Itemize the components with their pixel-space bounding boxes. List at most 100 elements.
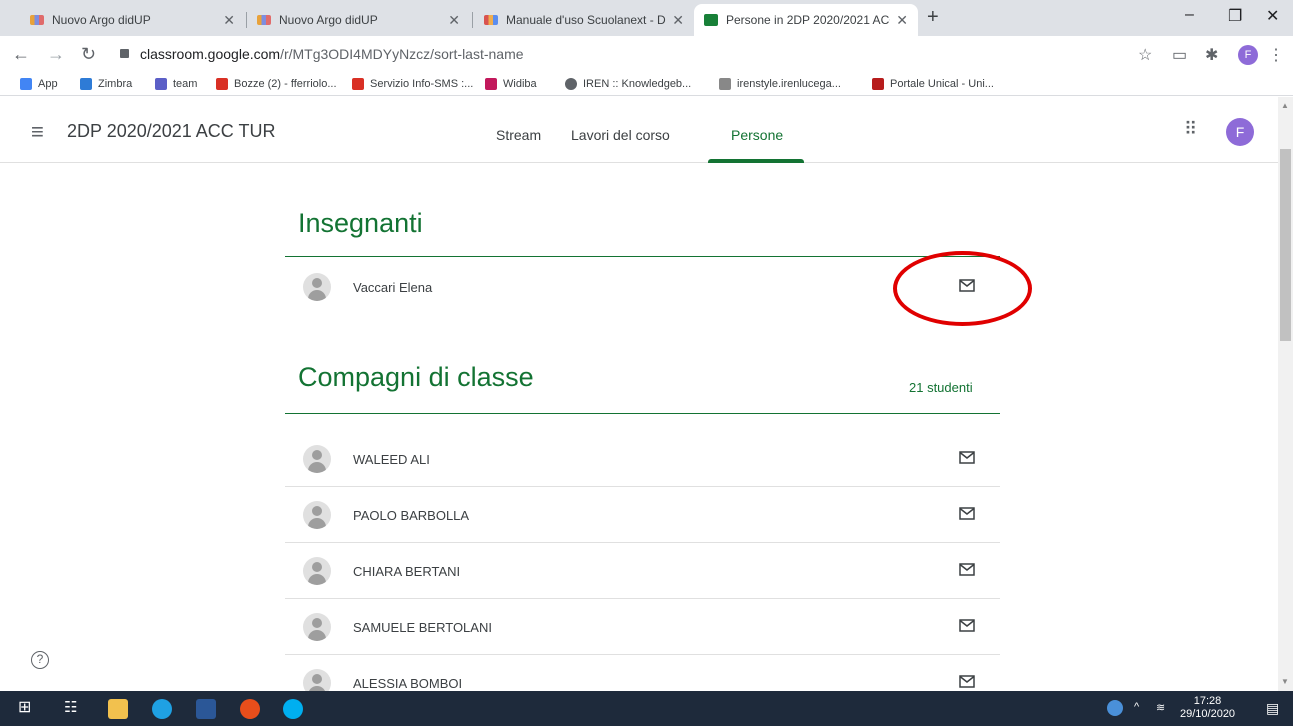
teachers-heading: Insegnanti — [298, 208, 423, 238]
clock-time: 17:28 — [1193, 695, 1222, 707]
student-row[interactable]: WALEED ALI — [285, 431, 1000, 487]
classroom-header: ≡ 2DP 2020/2021 ACC TUR Stream Lavori de… — [0, 97, 1278, 163]
bookmark-irenstyle[interactable]: irenstyle.irenlucega... — [719, 78, 841, 90]
user-avatar[interactable]: F — [1226, 118, 1254, 146]
file-explorer-icon[interactable] — [108, 699, 128, 719]
email-icon[interactable] — [959, 563, 975, 576]
page-scrollbar[interactable]: ▲ ▼ — [1278, 97, 1293, 691]
default-avatar-icon — [303, 445, 331, 473]
teams-icon — [155, 78, 167, 90]
tab-persone[interactable]: Persone — [731, 127, 783, 143]
back-icon[interactable]: ← — [12, 44, 30, 65]
bookmark-label: IREN :: Knowledgeb... — [583, 78, 692, 90]
email-icon[interactable] — [959, 619, 975, 632]
url-path: /r/MTg3ODI4MDYyNzcz/sort-last-name — [280, 46, 524, 62]
close-tab-icon[interactable]: ✕ — [223, 12, 235, 29]
tab-title: Persone in 2DP 2020/2021 ACC T — [726, 13, 891, 27]
widiba-icon — [485, 78, 497, 90]
student-name: PAOLO BARBOLLA — [353, 508, 470, 523]
chevron-up-icon[interactable]: ^ — [1134, 701, 1139, 713]
browser-tab-classroom[interactable]: Persone in 2DP 2020/2021 ACC T ✕ — [694, 4, 918, 36]
irenstyle-icon — [719, 78, 731, 90]
bookmark-team[interactable]: team — [155, 78, 197, 90]
new-tab-button[interactable]: + — [927, 6, 939, 29]
scrollbar-thumb[interactable] — [1280, 149, 1291, 341]
help-icon[interactable]: ? — [31, 651, 49, 669]
argo-icon — [30, 15, 44, 25]
student-row[interactable]: SAMUELE BERTOLANI — [285, 599, 1000, 655]
scroll-up-icon[interactable]: ▲ — [1281, 101, 1289, 110]
default-avatar-icon — [303, 501, 331, 529]
tab-lavori-del-corso[interactable]: Lavori del corso — [571, 127, 670, 143]
tab-stream[interactable]: Stream — [496, 127, 541, 143]
extensions-icon[interactable]: ✱ — [1205, 45, 1218, 65]
browser-tab-argo-1[interactable]: Nuovo Argo didUP ✕ — [20, 4, 245, 36]
browser-tab-argo-2[interactable]: Nuovo Argo didUP ✕ — [247, 4, 470, 36]
chrome-icon[interactable] — [240, 699, 260, 719]
wifi-icon[interactable]: ≋ — [1156, 701, 1165, 714]
active-tab-indicator — [708, 159, 804, 163]
bookmark-unical[interactable]: Portale Unical - Uni... — [872, 78, 994, 90]
bookmark-label: Portale Unical - Uni... — [890, 78, 994, 90]
close-tab-icon[interactable]: ✕ — [448, 12, 460, 29]
reload-icon[interactable]: ↻ — [81, 44, 96, 65]
bookmark-zimbra[interactable]: Zimbra — [80, 78, 132, 90]
profile-avatar[interactable]: F — [1238, 45, 1258, 65]
scroll-down-icon[interactable]: ▼ — [1281, 677, 1289, 686]
bookmark-gmail[interactable]: Bozze (2) - fferriolo... — [216, 78, 337, 90]
bookmark-app[interactable]: App — [20, 78, 58, 90]
close-tab-icon[interactable]: ✕ — [672, 12, 684, 29]
minimize-button[interactable]: – — [1185, 6, 1194, 24]
word-icon[interactable] — [196, 699, 216, 719]
tab-title: Nuovo Argo didUP — [279, 13, 378, 27]
student-row[interactable]: ALESSIA BOMBOI — [285, 655, 1000, 691]
close-tab-icon[interactable]: ✕ — [896, 12, 908, 29]
student-name: WALEED ALI — [353, 452, 430, 467]
bookmarks-bar: App Zimbra team Bozze (2) - fferriolo...… — [0, 74, 1293, 96]
default-avatar-icon — [303, 273, 331, 301]
skype-icon[interactable] — [283, 699, 303, 719]
classroom-icon — [704, 14, 718, 26]
students-divider — [285, 413, 1000, 414]
help-tray-icon[interactable] — [1107, 700, 1123, 716]
lock-icon — [120, 49, 129, 58]
bookmark-label: Widiba — [503, 78, 537, 90]
bookmark-label: Zimbra — [98, 78, 133, 90]
student-name: CHIARA BERTANI — [353, 564, 461, 579]
default-avatar-icon — [303, 613, 331, 641]
task-view-icon[interactable]: ☷ — [64, 698, 84, 718]
email-icon[interactable] — [959, 451, 975, 464]
student-row[interactable]: PAOLO BARBOLLA — [285, 487, 1000, 543]
tab-title: Manuale d'uso Scuolanext - Docu — [506, 13, 666, 27]
manual-icon — [484, 15, 498, 25]
clock-date: 29/10/2020 — [1180, 708, 1236, 720]
student-name: ALESSIA BOMBOI — [353, 676, 463, 691]
student-row[interactable]: CHIARA BERTANI — [285, 543, 1000, 599]
gmail-icon — [216, 78, 228, 90]
edge-icon[interactable] — [152, 699, 172, 719]
bookmark-info-sms[interactable]: Servizio Info-SMS :... — [352, 78, 473, 90]
menu-kebab-icon[interactable]: ⋮ — [1268, 45, 1284, 65]
notifications-icon[interactable]: ▤ — [1266, 700, 1279, 717]
google-apps-icon[interactable]: ⠿ — [1184, 119, 1197, 140]
windows-start-icon[interactable]: ⊞ — [18, 697, 38, 717]
tab-divider — [472, 12, 473, 28]
email-icon[interactable] — [959, 507, 975, 520]
cast-icon[interactable]: ▭ — [1172, 45, 1187, 65]
forward-icon[interactable]: → — [47, 44, 65, 65]
default-avatar-icon — [303, 669, 331, 691]
hamburger-menu-icon[interactable]: ≡ — [31, 119, 44, 145]
browser-tab-manual[interactable]: Manuale d'uso Scuolanext - Docu ✕ — [474, 4, 694, 36]
globe-icon — [565, 78, 577, 90]
url-field[interactable]: classroom.google.com/r/MTg3ODI4MDYyNzcz/… — [140, 46, 524, 62]
highlight-annotation-circle — [893, 251, 1032, 326]
close-window-button[interactable]: ✕ — [1266, 6, 1279, 26]
apps-grid-icon — [20, 78, 32, 90]
maximize-button[interactable]: ❐ — [1228, 6, 1242, 26]
class-title[interactable]: 2DP 2020/2021 ACC TUR — [67, 121, 275, 142]
bookmark-star-icon[interactable]: ☆ — [1138, 45, 1152, 65]
bookmark-widiba[interactable]: Widiba — [485, 78, 537, 90]
system-clock[interactable]: 17:28 29/10/2020 — [1180, 695, 1235, 721]
bookmark-iren[interactable]: IREN :: Knowledgeb... — [565, 78, 691, 90]
email-icon[interactable] — [959, 675, 975, 688]
